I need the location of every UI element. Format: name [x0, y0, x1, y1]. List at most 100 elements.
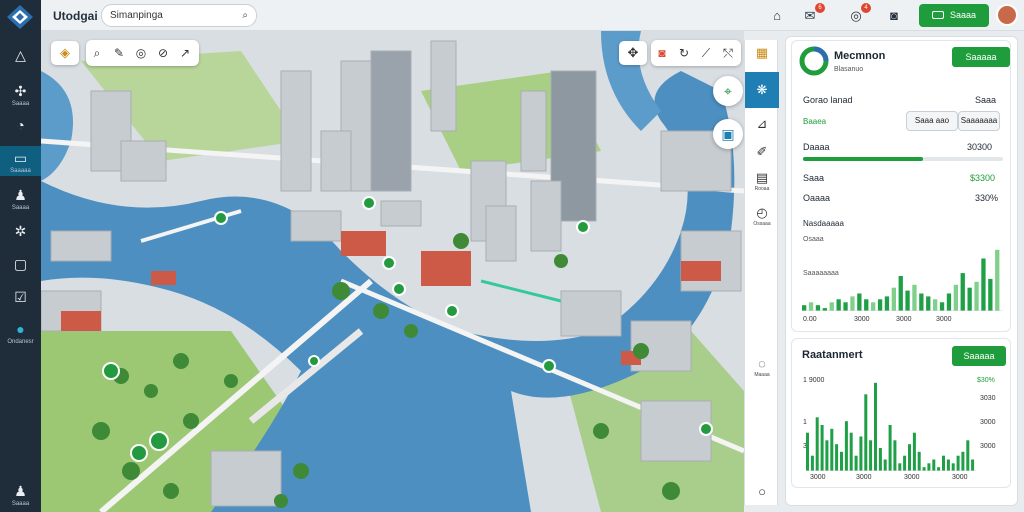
city-map[interactable]: ◈ ⌕ ✎ ◎ ⊘ ↗ ✥ ◙ ↻ ⟋ ⤲ ⌖ ▣	[41, 31, 744, 512]
sidebar-item-profile[interactable]: ♟ Saaaa	[0, 482, 41, 508]
chart-bar	[874, 382, 877, 471]
search-map-icon[interactable]: ⌕	[86, 40, 108, 66]
chart-bar	[840, 451, 843, 471]
strip-item-network[interactable]: ❋	[745, 72, 779, 108]
progress-value: 30300	[967, 142, 993, 152]
chart-icon: ▢	[13, 256, 28, 272]
avatar[interactable]	[996, 4, 1018, 26]
map-toolbar: ⌕ ✎ ◎ ⊘ ↗	[86, 40, 199, 66]
chart-bar	[919, 293, 924, 311]
strip-label: Maaaa	[754, 372, 770, 378]
screen-icon	[931, 11, 944, 19]
route-icon[interactable]: ⤲	[717, 40, 739, 66]
sidebar-item-chart[interactable]: ▢	[0, 255, 41, 273]
strip-item-layers[interactable]: ▤ Rooaa	[745, 170, 779, 193]
chart-bar	[815, 305, 821, 311]
report-title: Raatanmert	[802, 349, 863, 361]
brand-icon	[799, 46, 829, 76]
row-value: Saaa	[975, 95, 997, 105]
map-canvas[interactable]	[41, 31, 744, 512]
app-logo[interactable]	[5, 4, 35, 30]
help-icon: ◌	[758, 356, 766, 371]
recenter-button[interactable]: ⌖	[713, 76, 743, 106]
share-icon[interactable]: ↗	[174, 40, 196, 66]
location-icon[interactable]: ◎	[130, 40, 152, 66]
bell-icon[interactable]: ◙	[884, 6, 904, 26]
chart-bar	[888, 425, 892, 471]
sidebar-item-label: Saaaa	[11, 501, 30, 507]
check-icon: ☑	[14, 289, 27, 305]
chart-bar	[953, 284, 958, 311]
strip-item-legend[interactable]: ◴ Ossaaa	[745, 205, 779, 228]
sidebar-item-layers[interactable]: ▭ Saaaaa	[0, 146, 41, 176]
chart-bar	[937, 467, 941, 471]
street-view-button[interactable]: ▣	[713, 119, 743, 149]
network-icon: ❋	[756, 82, 768, 97]
tick-label: 3000	[952, 474, 968, 481]
filter-pill-a[interactable]: Saaa aao	[906, 111, 958, 131]
chart-bar	[878, 448, 882, 471]
ruler-icon[interactable]: ⟋	[695, 40, 717, 66]
chart-bar	[981, 258, 986, 311]
panel-title: Mecmnon	[834, 50, 886, 62]
sidebar-item-label: Saaaa	[11, 205, 30, 211]
person-icon: ♟	[14, 483, 27, 499]
sidebar-item-settings[interactable]: ✲	[0, 222, 41, 240]
strip-item-help[interactable]: ◌ Maaaa	[745, 356, 779, 379]
layers-icon: ◈	[60, 45, 70, 60]
sidebar: △ ✣ Saaaa ◔ ▭ Saaaaa ♟ Saaaa ✲ ▢ ☑ ● Ondanes…	[0, 0, 41, 512]
strip-item-photo[interactable]: ▦	[745, 45, 779, 61]
search-icon[interactable]: ⌕	[242, 5, 248, 26]
chart-bar	[974, 281, 979, 311]
chart-bar	[802, 305, 807, 311]
sidebar-item-check[interactable]: ☑	[0, 288, 41, 306]
chat-icon: ◔	[16, 117, 25, 133]
map-view-toolbar: ◙ ↻ ⟋ ⤲	[651, 40, 741, 66]
chart-bar	[825, 440, 829, 471]
app-title: Utodgai	[53, 9, 98, 23]
chart-bar	[836, 299, 841, 311]
compass-icon[interactable]: ◎ 4	[846, 3, 871, 26]
chart-bar	[877, 299, 883, 311]
move-tool-button[interactable]: ✥	[619, 41, 647, 65]
chart-bar	[859, 436, 863, 471]
sidebar-item-network[interactable]: ✣ Saaaa	[0, 82, 41, 108]
home-outline-icon[interactable]: ⌂	[767, 6, 787, 26]
layers-icon: ▭	[13, 150, 28, 166]
panel-action-button[interactable]: Saaaaa	[952, 47, 1010, 67]
layers-toggle-button[interactable]: ◈	[51, 41, 79, 65]
progress-bar	[803, 157, 1003, 161]
report-card: Raatanmert Saaaaa 1 9000 1 3 $30% 3030 3…	[791, 338, 1011, 488]
rotate-icon[interactable]: ↻	[673, 40, 695, 66]
filter-pill-b[interactable]: Saaaaaaa	[958, 111, 1000, 131]
sidebar-item-chat[interactable]: ◔	[0, 116, 41, 134]
strip-item-bookmark[interactable]: ⊿	[745, 116, 779, 132]
photo-icon[interactable]: ◙	[651, 40, 673, 66]
dashboard-button[interactable]: Saaaa	[919, 4, 989, 27]
chart-bar	[967, 287, 972, 311]
report-action-button[interactable]: Saaaaa	[952, 346, 1006, 366]
sidebar-item-globe[interactable]: ● Ondanesr	[0, 320, 41, 346]
chart-bar	[810, 455, 814, 471]
chart-bar	[850, 296, 855, 311]
target-icon: ⌖	[724, 83, 732, 99]
sidebar-item-label: Saaaaa	[10, 168, 31, 174]
strip-item-more[interactable]: ○	[745, 484, 779, 500]
chart-bar	[864, 394, 868, 471]
strip-item-pen[interactable]: ✐	[745, 144, 779, 160]
chart-bar	[843, 302, 848, 311]
globe-icon: ●	[16, 321, 25, 337]
draw-icon[interactable]: ✎	[108, 40, 130, 66]
chart-bar	[939, 302, 945, 311]
measure-icon[interactable]: ⊘	[152, 40, 174, 66]
sidebar-item-home[interactable]: △	[0, 46, 41, 64]
grid-icon: ▤	[755, 170, 769, 185]
chart-bar	[849, 432, 853, 471]
search-input[interactable]: Simanpinga ⌕	[101, 4, 257, 27]
messages-icon[interactable]: ✉ 6	[800, 3, 825, 26]
notification-badge: 6	[815, 3, 825, 13]
report-bar-chart	[806, 382, 976, 471]
sidebar-item-user[interactable]: ♟ Saaaa	[0, 186, 41, 212]
chart-bar	[933, 299, 938, 311]
panel-subtitle: Blasanuo	[834, 66, 864, 73]
